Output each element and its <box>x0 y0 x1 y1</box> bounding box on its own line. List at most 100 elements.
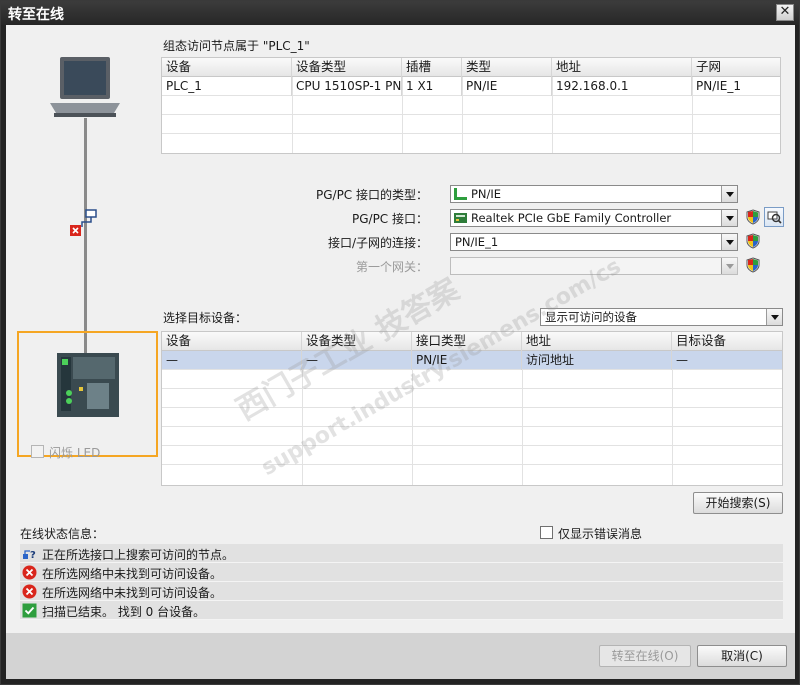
column-divider <box>402 77 403 153</box>
title-bar: 转至在线 ✕ <box>1 1 799 25</box>
subnet-connection-value: PN/IE_1 <box>455 235 499 249</box>
chevron-down-icon[interactable] <box>721 186 737 202</box>
disconnected-error-icon <box>70 225 81 236</box>
flash-led-checkbox[interactable] <box>31 445 44 458</box>
cancel-button[interactable]: 取消(C) <box>697 645 787 667</box>
table-cell: PN/IE <box>462 77 552 96</box>
empty-table-row <box>162 96 780 115</box>
svg-text:?: ? <box>30 550 36 561</box>
empty-table-row <box>162 465 782 484</box>
chevron-down-icon <box>721 258 737 274</box>
column-header: 地址 <box>522 332 672 351</box>
table-cell: — <box>162 351 302 370</box>
interface-type-label: PG/PC 接口的类型： <box>315 188 428 202</box>
interface-diagnostics-button[interactable] <box>764 207 784 227</box>
column-header: 接口类型 <box>412 332 522 351</box>
table-cell: — <box>302 351 412 370</box>
status-text: 正在所选接口上搜索可访问的节点。 <box>42 548 235 562</box>
error-icon <box>22 565 37 580</box>
dialog-footer: 转至在线(O) 取消(C) <box>6 633 795 679</box>
status-message: ? 正在所选接口上搜索可访问的节点。 <box>20 544 783 563</box>
column-divider <box>552 77 553 153</box>
close-button[interactable]: ✕ <box>776 4 794 21</box>
config-table-header: 设备 设备类型 插槽 类型 地址 子网 <box>162 58 780 77</box>
column-divider <box>302 370 303 485</box>
table-cell: PLC_1 <box>162 77 292 96</box>
subnet-connection-label: 接口/子网的连接： <box>327 236 428 250</box>
column-divider <box>672 370 673 485</box>
shield-icon[interactable] <box>745 209 761 225</box>
pgpc-interface-value: Realtek PCIe GbE Family Controller <box>471 211 672 225</box>
table-row[interactable]: PLC_1 CPU 1510SP-1 PN 1 X1 PN/IE 192.168… <box>162 77 780 96</box>
table-cell: — <box>676 353 688 367</box>
target-device-highlight: 闪烁 LED <box>17 331 158 460</box>
table-cell: 192.168.0.1 <box>552 77 692 96</box>
target-filter-select[interactable]: 显示可访问的设备 <box>540 308 783 326</box>
chevron-down-icon[interactable] <box>721 210 737 226</box>
column-divider <box>462 77 463 153</box>
target-table-header: 设备 设备类型 接口类型 地址 目标设备 <box>162 332 782 351</box>
table-cell: 1 X1 <box>402 77 462 96</box>
status-message: 在所选网络中未找到可访问设备。 <box>20 563 783 582</box>
only-errors-label: 仅显示错误消息 <box>558 527 643 541</box>
dialog-body: 闪烁 LED 组态访问节点属于 "PLC_1" 设备 设备类型 插槽 类型 地址… <box>6 25 795 633</box>
subnet-connection-select[interactable]: PN/IE_1 <box>450 233 738 251</box>
column-header: 目标设备 <box>676 333 727 348</box>
table-cell: CPU 1510SP-1 PN <box>292 77 402 96</box>
plc-device-icon <box>57 353 119 417</box>
go-online-button[interactable]: 转至在线(O) <box>599 645 691 667</box>
config-node-header: 组态访问节点属于 "PLC_1" <box>163 39 310 53</box>
empty-table-row <box>162 370 782 389</box>
column-header: 设备类型 <box>292 58 402 77</box>
chevron-down-icon[interactable] <box>721 234 737 250</box>
column-divider <box>412 370 413 485</box>
pgpc-interface-label: PG/PC 接口： <box>351 212 428 226</box>
empty-table-row <box>162 446 782 465</box>
pg-pc-laptop-icon <box>50 57 120 117</box>
column-header: 子网 <box>696 59 722 74</box>
empty-table-row <box>162 408 782 427</box>
status-text: 在所选网络中未找到可访问设备。 <box>42 567 223 581</box>
first-gateway-label: 第一个网关： <box>355 260 428 274</box>
network-adapter-icon <box>454 213 467 223</box>
status-text: 在所选网络中未找到可访问设备。 <box>42 586 223 600</box>
flash-led-label: 闪烁 LED <box>49 446 101 460</box>
only-errors-checkbox[interactable] <box>540 526 553 539</box>
target-device-table: 设备 设备类型 接口类型 地址 目标设备 — — PN/IE 访问地址 — <box>161 331 783 486</box>
target-filter-value: 显示可访问的设备 <box>545 310 637 324</box>
status-message: 在所选网络中未找到可访问设备。 <box>20 582 783 601</box>
go-online-dialog: 转至在线 ✕ 闪烁 LED 组态访问节点属于 "PLC_1" 设备 设备类型 插… <box>0 0 800 685</box>
error-icon <box>22 584 37 599</box>
column-header: 插槽 <box>402 58 462 77</box>
shield-icon[interactable] <box>745 257 761 273</box>
column-divider <box>292 77 293 153</box>
table-cell: 访问地址 <box>522 351 672 370</box>
interface-type-value: PN/IE <box>471 187 502 201</box>
dialog-title: 转至在线 <box>8 7 64 23</box>
table-row[interactable]: — — PN/IE 访问地址 — <box>162 351 782 370</box>
online-status-title: 在线状态信息： <box>20 527 105 541</box>
first-gateway-select <box>450 257 738 275</box>
shield-icon[interactable] <box>745 233 761 249</box>
empty-table-row <box>162 134 780 153</box>
empty-table-row <box>162 389 782 408</box>
column-header: 地址 <box>552 58 692 77</box>
select-target-label: 选择目标设备： <box>163 311 248 325</box>
table-cell: PN/IE <box>412 351 522 370</box>
magnify-device-icon <box>767 211 782 224</box>
status-message: 扫描已结束。 找到 0 台设备。 <box>20 601 783 620</box>
status-text: 扫描已结束。 找到 0 台设备。 <box>42 605 206 619</box>
search-progress-icon: ? <box>23 550 36 561</box>
pn-ie-network-icon <box>454 188 467 200</box>
interface-type-select[interactable]: PN/IE <box>450 185 738 203</box>
empty-table-row <box>162 427 782 446</box>
success-check-icon <box>22 603 37 618</box>
column-divider <box>522 370 523 485</box>
empty-table-row <box>162 115 780 134</box>
column-header: 设备类型 <box>302 332 412 351</box>
start-search-button[interactable]: 开始搜索(S) <box>693 492 783 514</box>
pgpc-interface-select[interactable]: Realtek PCIe GbE Family Controller <box>450 209 738 227</box>
chevron-down-icon[interactable] <box>766 309 782 325</box>
column-header: 类型 <box>462 58 552 77</box>
table-cell: PN/IE_1 <box>696 79 742 93</box>
